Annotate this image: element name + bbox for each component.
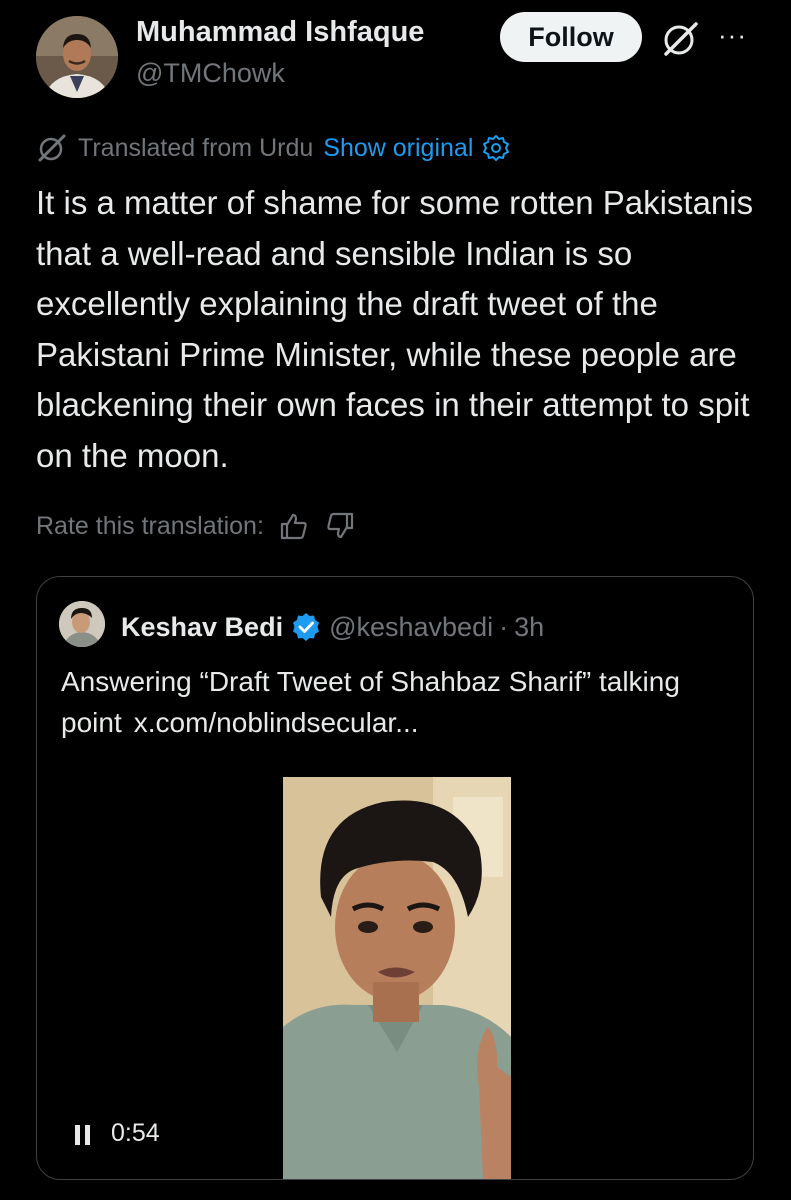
verified-badge-icon	[291, 612, 321, 642]
rate-translation: Rate this translation:	[36, 506, 356, 546]
tweet-text: It is a matter of shame for some rotten …	[36, 184, 754, 474]
rate-translation-label: Rate this translation:	[36, 511, 264, 540]
quoted-timestamp[interactable]: 3h	[514, 612, 544, 643]
quoted-header: Keshav Bedi @keshavbedi · 3h	[121, 607, 544, 647]
translation-notice: Translated from Urdu Show original	[36, 130, 511, 166]
pause-icon[interactable]	[73, 1123, 93, 1147]
author-handle[interactable]: @TMChowk	[136, 58, 285, 89]
follow-button[interactable]: Follow	[500, 12, 642, 62]
video-duration: 0:54	[111, 1119, 160, 1147]
grok-icon[interactable]	[660, 18, 700, 58]
quoted-author-avatar[interactable]	[59, 601, 105, 647]
thumbs-up-icon[interactable]	[278, 510, 310, 542]
quoted-author-name[interactable]: Keshav Bedi	[121, 612, 283, 643]
quoted-text: Answering “Draft Tweet of Shahbaz Sharif…	[61, 661, 721, 743]
video-player[interactable]	[283, 777, 511, 1179]
quoted-author-handle[interactable]: @keshavbedi	[329, 612, 493, 643]
more-icon[interactable]: ···	[718, 20, 754, 50]
gear-icon[interactable]	[481, 133, 511, 163]
show-original-link[interactable]: Show original	[323, 134, 473, 163]
quoted-tweet[interactable]: Keshav Bedi @keshavbedi · 3h Answering “…	[36, 576, 754, 1180]
separator-dot: ·	[499, 611, 509, 642]
author-avatar[interactable]	[36, 16, 118, 98]
translated-from-label: Translated from Urdu	[78, 133, 314, 162]
author-name[interactable]: Muhammad Ishfaque	[136, 16, 424, 49]
grok-translate-icon	[36, 132, 68, 164]
video-frame	[283, 777, 511, 1179]
quoted-link[interactable]: x.com/noblindsecular...	[134, 707, 419, 738]
thumbs-down-icon[interactable]	[324, 510, 356, 542]
